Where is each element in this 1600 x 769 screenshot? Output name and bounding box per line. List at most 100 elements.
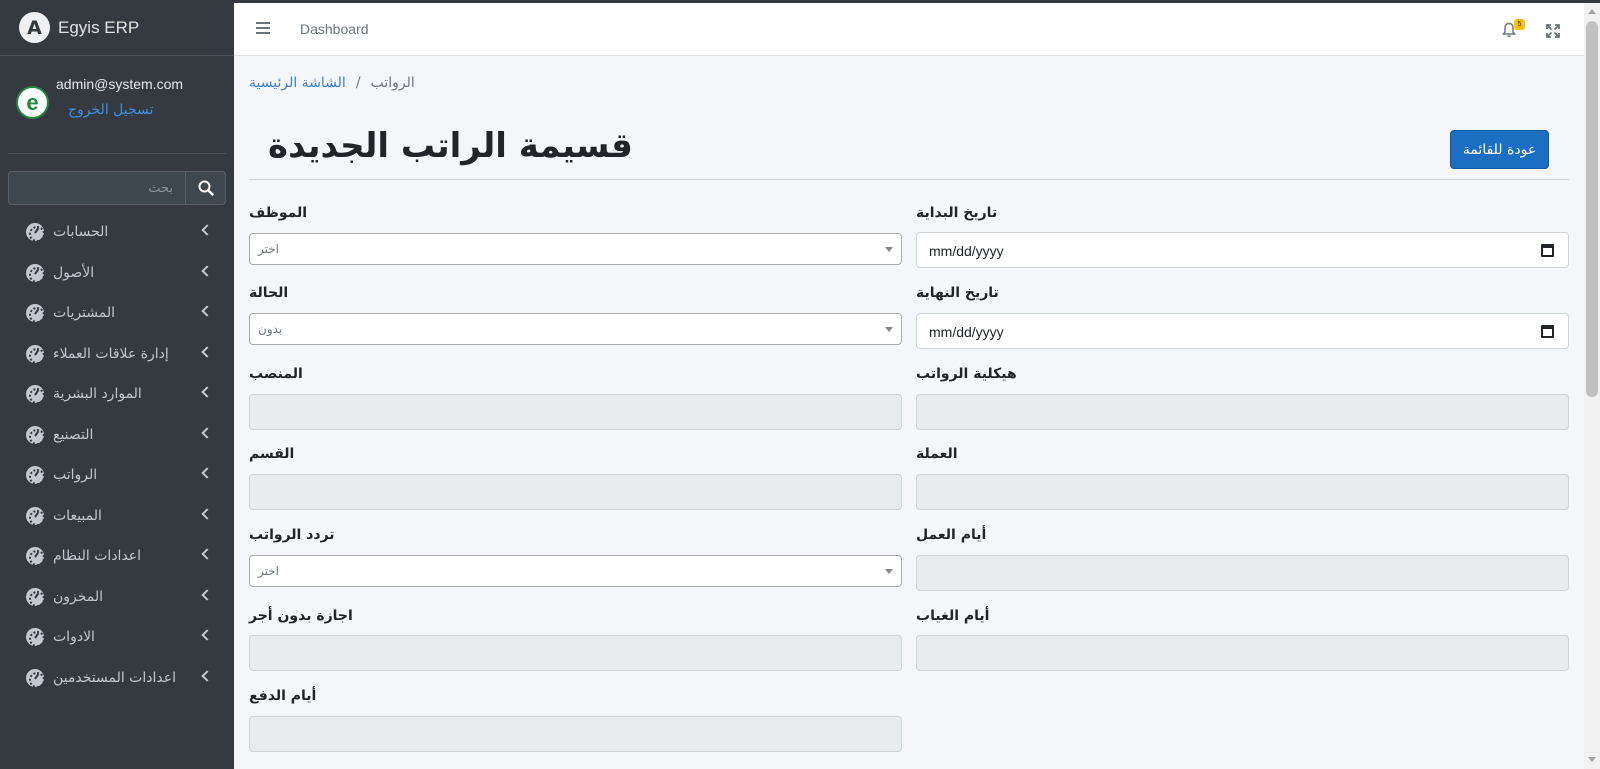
breadcrumb-separator: / [355,75,361,91]
sidebar-item-crm[interactable]: إدارة علاقات العملاء [0,334,234,375]
search-button[interactable] [185,171,226,205]
payroll-frequency-value: اختر [258,564,279,578]
end-date-value: mm/dd/yyyy [929,324,1004,340]
sidebar-item-accounts[interactable]: الحسابات [0,212,234,253]
chevron-left-icon [201,264,213,277]
start-date-value: mm/dd/yyyy [929,243,1004,259]
start-date-label: تاريخ البداية [916,205,998,221]
payment-days-label: أيام الدفع [249,688,317,704]
top-navbar: Dashboard 5 [234,3,1584,56]
search-input[interactable] [8,171,185,205]
sidebar-item-user-settings[interactable]: اعدادات المستخدمين [0,658,234,699]
tachometer-icon [26,425,45,445]
tachometer-icon [26,506,45,526]
sidebar-item-assets[interactable]: الأصول [0,253,234,294]
department-field [249,474,902,510]
currency-label: العملة [916,446,958,462]
chevron-left-icon [201,669,213,682]
scroll-down-icon[interactable] [1588,757,1596,762]
tachometer-icon [26,587,45,607]
employee-select-value: اختر [258,242,279,256]
divider [249,179,1569,180]
sidebar-item-inventory[interactable]: المخزون [0,577,234,618]
logout-link[interactable]: تسجيل الخروج [68,102,153,118]
chevron-left-icon [201,548,213,560]
tachometer-icon [26,223,45,243]
user-panel: e admin@system.com تسجيل الخروج [8,56,226,154]
tachometer-icon [26,385,45,405]
brand-logo: A [19,12,50,43]
sidebar-item-sales[interactable]: المبيعات [0,496,234,537]
sidebar-item-label: الحسابات [53,224,109,241]
sidebar-item-label: المخزون [53,588,104,605]
sidebar-nav: الحسابات الأصول المشتريات إدارة علاقات ا… [0,212,234,698]
sidebar-item-hr[interactable]: الموارد البشرية [0,374,234,415]
status-select-value: بدون [258,322,283,336]
nav-link-dashboard[interactable]: Dashboard [300,21,369,37]
position-label: المنصب [249,366,303,382]
sidebar: A Egyis ERP e admin@system.com تسجيل الخ… [0,0,234,769]
scrollbar-thumb[interactable] [1586,21,1598,397]
sidebar-search [8,171,226,205]
status-label: الحالة [249,285,289,301]
breadcrumb-home-link[interactable]: الشاشة الرئيسية [249,75,346,91]
fullscreen-icon[interactable] [1546,24,1560,38]
employee-label: الموظف [249,205,308,221]
employee-select[interactable]: اختر [249,233,902,265]
chevron-left-icon [201,426,213,439]
chevron-left-icon [201,305,213,317]
scroll-up-icon[interactable] [1588,9,1596,14]
sidebar-item-label: اعدادات النظام [53,548,142,565]
currency-field [916,474,1569,510]
page-scrollbar[interactable] [1584,3,1600,769]
tachometer-icon [26,628,45,648]
tachometer-icon [26,263,45,283]
tachometer-icon [26,466,45,486]
tachometer-icon [26,668,45,688]
salary-structure-label: هيكلية الرواتب [916,366,1017,382]
working-days-field [916,555,1569,591]
payroll-frequency-label: تردد الرواتب [249,527,335,543]
working-days-label: أيام العمل [916,527,987,543]
calendar-icon[interactable] [1541,244,1554,257]
user-email[interactable]: admin@system.com [56,76,183,92]
unpaid-leave-field [249,635,902,671]
caret-down-icon [885,327,893,332]
sidebar-item-label: إدارة علاقات العملاء [53,345,169,362]
salary-structure-field [916,394,1569,430]
sidebar-item-payroll[interactable]: الرواتب [0,455,234,496]
sidebar-item-tools[interactable]: الادوات [0,617,234,658]
payroll-frequency-select[interactable]: اختر [249,555,902,587]
caret-down-icon [885,569,893,574]
end-date-field[interactable]: mm/dd/yyyy [916,313,1569,349]
sidebar-item-label: الموارد البشرية [53,386,142,403]
tachometer-icon [26,344,45,364]
chevron-left-icon [201,588,213,601]
absent-days-label: أيام الغياب [916,608,990,624]
start-date-field[interactable]: mm/dd/yyyy [916,232,1569,268]
brand-link[interactable]: A Egyis ERP [0,0,234,56]
unpaid-leave-label: اجازة بدون أجر [249,608,353,624]
back-to-list-button[interactable]: عودة للقائمة [1450,130,1549,169]
status-select[interactable]: بدون [249,313,902,345]
sidebar-item-purchases[interactable]: المشتريات [0,293,234,334]
chevron-left-icon [201,507,213,520]
search-icon [198,180,214,196]
position-field [249,394,902,430]
page-title: قسيمة الراتب الجديدة [268,126,633,166]
sidebar-item-manufacturing[interactable]: التصنيع [0,415,234,456]
sidebar-item-label: المبيعات [53,507,102,524]
sidebar-item-system-settings[interactable]: اعدادات النظام [0,536,234,577]
chevron-left-icon [201,224,213,236]
tachometer-icon [26,547,45,567]
avatar[interactable]: e [16,86,49,119]
sidebar-item-label: المشتريات [53,305,116,322]
notification-badge: 5 [1514,19,1525,30]
absent-days-field [916,635,1569,671]
menu-toggle-icon[interactable] [256,22,270,34]
calendar-icon[interactable] [1541,325,1554,338]
chevron-left-icon [201,386,213,398]
payment-days-field [249,716,902,752]
breadcrumb: الشاشة الرئيسية / الرواتب [249,75,415,91]
sidebar-item-label: الرواتب [53,467,98,484]
